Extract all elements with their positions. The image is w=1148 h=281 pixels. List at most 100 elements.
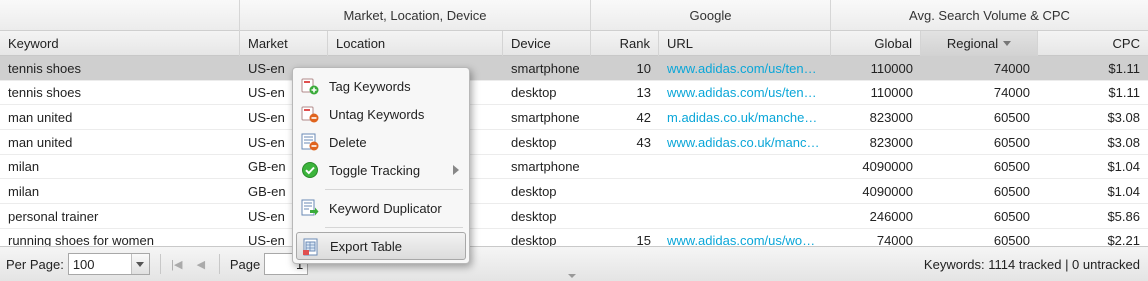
menu-item-toggle-tracking[interactable]: Toggle Tracking (293, 156, 469, 184)
group-header-market-location-device: Market, Location, Device (240, 0, 591, 31)
keyword-cell: man united (8, 134, 73, 150)
sort-descending-icon (1003, 41, 1012, 46)
menu-item-export-table[interactable]: Export Table (296, 232, 466, 260)
menu-separator (325, 189, 463, 190)
rank-cell (591, 204, 659, 228)
device-cell: smartphone (511, 109, 580, 125)
menu-item-untag-keywords[interactable]: Untag Keywords (293, 100, 469, 128)
regional-volume-cell: 60500 (993, 159, 1030, 175)
table-row[interactable]: tennis shoes US-en desktop 13 www.adidas… (0, 80, 1148, 106)
group-header-google: Google (591, 0, 831, 31)
global-volume-cell: 4090000 (862, 183, 913, 199)
rank-cell: 10 (636, 60, 651, 76)
delete-icon (301, 133, 319, 151)
column-header-rank[interactable]: Rank (591, 31, 659, 56)
global-volume-cell: 4090000 (862, 159, 913, 175)
column-header-market[interactable]: Market (240, 31, 328, 56)
url-link[interactable]: www.adidas.com/us/tenni... (667, 61, 823, 76)
cpc-cell: $1.04 (1107, 183, 1140, 199)
per-page-select[interactable]: 100 (67, 253, 150, 275)
cpc-cell: $3.08 (1107, 134, 1140, 150)
keyword-cell: tennis shoes (8, 60, 81, 76)
cpc-cell: $1.04 (1107, 159, 1140, 175)
menu-separator (325, 227, 463, 228)
global-volume-cell: 110000 (870, 85, 913, 101)
url-cell: www.adidas.com/us/tenni... (659, 81, 831, 105)
rank-cell: 42 (636, 109, 651, 125)
keyword-cell: milan (8, 183, 40, 199)
regional-volume-cell: 60500 (993, 208, 1030, 224)
table-row[interactable]: man united US-en smartphone 42 m.adidas.… (0, 105, 1148, 131)
url-link[interactable]: www.adidas.com/us/tenni... (667, 85, 823, 100)
device-cell: desktop (511, 85, 557, 101)
chevron-down-icon[interactable] (130, 254, 149, 274)
url-cell: m.adidas.co.uk/manchest... (659, 105, 831, 129)
url-link[interactable]: m.adidas.co.uk/manchest... (667, 110, 823, 125)
menu-item-tag-keywords[interactable]: Tag Keywords (293, 72, 469, 100)
device-cell: smartphone (511, 60, 580, 76)
regional-volume-cell: 74000 (993, 60, 1030, 76)
global-volume-cell: 246000 (869, 208, 913, 224)
column-header-row: Keyword Market Location Device Rank URL … (0, 31, 1148, 56)
column-header-regional[interactable]: Regional (921, 31, 1038, 56)
column-header-regional-label: Regional (946, 36, 999, 51)
per-page-label: Per Page: (6, 256, 64, 272)
duplicate-icon (301, 199, 319, 216)
cpc-cell: $5.86 (1107, 208, 1140, 224)
device-cell: desktop (511, 208, 557, 224)
column-header-device[interactable]: Device (503, 31, 591, 56)
menu-item-delete[interactable]: Delete (293, 128, 469, 156)
regional-volume-cell: 60500 (993, 183, 1030, 199)
resize-grip-icon[interactable] (568, 274, 576, 278)
cpc-cell: $1.11 (1108, 85, 1140, 101)
menu-item-tag-keywords-label: Tag Keywords (329, 78, 411, 94)
regional-volume-cell: 74000 (993, 85, 1030, 101)
url-cell (659, 179, 831, 203)
global-volume-cell: 110000 (870, 60, 913, 76)
keyword-cell: man united (8, 109, 73, 125)
check-circle-icon (302, 162, 318, 178)
rank-cell (591, 179, 659, 203)
previous-page-icon[interactable]: ◀ (193, 256, 209, 272)
export-table-icon (303, 238, 318, 256)
keyword-cell: milan (8, 159, 40, 175)
keyword-cell: tennis shoes (8, 85, 81, 101)
menu-item-toggle-tracking-label: Toggle Tracking (329, 162, 421, 178)
first-page-icon[interactable]: |◀ (169, 256, 185, 272)
menu-item-untag-keywords-label: Untag Keywords (329, 106, 425, 122)
menu-item-keyword-duplicator-label: Keyword Duplicator (329, 200, 442, 216)
global-volume-cell: 823000 (869, 109, 913, 125)
submenu-arrow-icon (453, 165, 459, 175)
table-row[interactable]: milan GB-en desktop 4090000 60500 $1.04 (0, 179, 1148, 205)
column-header-cpc[interactable]: CPC (1038, 31, 1148, 56)
menu-item-export-table-label: Export Table (330, 238, 403, 254)
table-row[interactable]: personal trainer US-en desktop 246000 60… (0, 204, 1148, 229)
menu-item-keyword-duplicator[interactable]: Keyword Duplicator (293, 194, 469, 222)
toolbar-separator (159, 254, 161, 274)
rank-cell: 43 (636, 134, 651, 150)
rank-cell (591, 155, 659, 179)
device-cell: desktop (511, 134, 557, 150)
column-header-keyword[interactable]: Keyword (0, 31, 240, 56)
device-cell: desktop (511, 183, 557, 199)
table-row[interactable]: milan GB-en smartphone 4090000 60500 $1.… (0, 154, 1148, 180)
table-row[interactable]: man united US-en desktop 43 www.adidas.c… (0, 130, 1148, 155)
keyword-cell: personal trainer (8, 208, 99, 224)
rank-cell: 13 (636, 85, 651, 101)
tag-add-icon (301, 78, 319, 95)
per-page-value: 100 (72, 256, 95, 272)
column-header-location[interactable]: Location (328, 31, 503, 56)
column-header-url[interactable]: URL (659, 31, 831, 56)
page-label: Page (229, 256, 261, 272)
table-row[interactable]: tennis shoes US-en smartphone 10 www.adi… (0, 56, 1148, 81)
global-volume-cell: 823000 (869, 134, 913, 150)
column-header-global[interactable]: Global (831, 31, 921, 56)
table-body: tennis shoes US-en smartphone 10 www.adi… (0, 56, 1148, 254)
url-cell (659, 155, 831, 179)
group-header-row: Market, Location, Device Google Avg. Sea… (0, 0, 1148, 31)
url-cell (659, 204, 831, 228)
url-link[interactable]: www.adidas.co.uk/manch... (667, 135, 823, 150)
cpc-cell: $3.08 (1107, 109, 1140, 125)
group-header-empty (0, 0, 240, 31)
menu-item-delete-label: Delete (329, 134, 367, 150)
